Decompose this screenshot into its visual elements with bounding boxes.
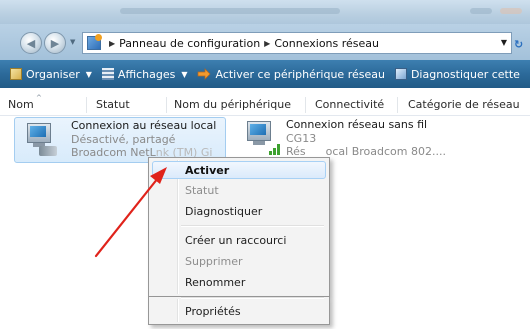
column-header-device[interactable]: Nom du périphérique: [174, 98, 291, 111]
menu-item-activate[interactable]: Activer: [152, 161, 326, 179]
wired-network-icon: [21, 121, 61, 159]
column-header-status[interactable]: Statut: [96, 98, 130, 111]
diagnose-label: Diagnostiquer cette: [410, 67, 520, 81]
menu-item-delete[interactable]: Supprimer: [152, 252, 326, 270]
back-arrow-icon: ◀: [26, 36, 36, 50]
menu-separator: [181, 225, 324, 227]
menu-item-diagnose[interactable]: Diagnostiquer: [152, 202, 326, 220]
wireless-network-icon: [241, 119, 281, 157]
diagnose-icon: [394, 68, 407, 80]
connection-status: Désactivé, partagé: [71, 133, 176, 146]
column-divider[interactable]: [305, 97, 306, 113]
breadcrumb-chevron-icon[interactable]: ▶: [109, 39, 115, 48]
activate-arrow-icon: [198, 68, 211, 80]
column-header-connectivity[interactable]: Connectivité: [315, 98, 384, 111]
activate-device-label: Activer ce périphérique réseau: [215, 67, 385, 81]
organize-icon: [10, 68, 22, 80]
connection-name: Connexion réseau sans fil: [286, 118, 428, 131]
column-header-network-category[interactable]: Catégorie de réseau: [408, 98, 520, 111]
control-panel-icon: [87, 34, 102, 50]
organize-label: Organiser: [26, 67, 80, 81]
chevron-down-icon: ▼: [85, 69, 92, 79]
menu-separator: [181, 297, 324, 299]
chevron-down-icon: ▼: [181, 69, 188, 79]
menu-item-properties[interactable]: Propriétés: [152, 302, 326, 320]
address-bar[interactable]: ▶ Panneau de configuration ▶ Connexions …: [82, 32, 512, 54]
connection-name: Connexion au réseau local: [71, 119, 217, 132]
breadcrumb-network-connections[interactable]: Connexions réseau: [274, 37, 379, 50]
organize-menu[interactable]: Organiser ▼: [10, 68, 92, 81]
menu-item-rename[interactable]: Renommer: [152, 273, 326, 291]
activate-device-button[interactable]: Activer ce périphérique réseau: [197, 67, 385, 81]
sort-ascending-icon: ^: [36, 94, 42, 102]
diagnose-button[interactable]: Diagnostiquer cette: [394, 67, 520, 81]
close-button[interactable]: [500, 8, 522, 14]
views-menu[interactable]: Affichages ▼: [101, 67, 188, 81]
column-divider[interactable]: [86, 97, 87, 113]
minimize-button[interactable]: [470, 8, 492, 14]
window-caption: [0, 0, 530, 24]
forward-arrow-icon: ▶: [50, 36, 60, 50]
connection-status: CG13: [286, 132, 317, 145]
column-header-row: Nom ^ Statut Nom du périphérique Connect…: [0, 94, 530, 116]
address-dropdown-icon[interactable]: ▼: [501, 38, 507, 47]
breadcrumb-control-panel[interactable]: Panneau de configuration: [119, 37, 260, 50]
blurred-title-text: [120, 8, 340, 14]
column-divider[interactable]: [397, 97, 398, 113]
menu-item-create-shortcut[interactable]: Créer un raccourci: [152, 231, 326, 249]
forward-button[interactable]: ▶: [44, 32, 66, 54]
context-menu-tail: Propriétés: [148, 297, 330, 325]
views-icon: [101, 68, 114, 80]
context-menu: Activer Statut Diagnostiquer Créer un ra…: [148, 157, 330, 297]
back-button[interactable]: ◀: [20, 32, 42, 54]
views-label: Affichages: [117, 67, 176, 81]
command-bar: Organiser ▼ Affichages ▼ Activer ce péri…: [0, 60, 530, 88]
column-divider[interactable]: [166, 97, 167, 113]
address-bar-row: ◀ ▶ ▼ ▶ Panneau de configuration ▶ Conne…: [0, 24, 530, 60]
column-header-name[interactable]: Nom: [8, 98, 34, 111]
menu-item-status[interactable]: Statut: [152, 181, 326, 199]
breadcrumb-chevron-icon[interactable]: ▶: [264, 39, 270, 48]
refresh-icon[interactable]: ↻: [514, 38, 523, 51]
recent-pages-dropdown[interactable]: ▼: [70, 38, 75, 46]
